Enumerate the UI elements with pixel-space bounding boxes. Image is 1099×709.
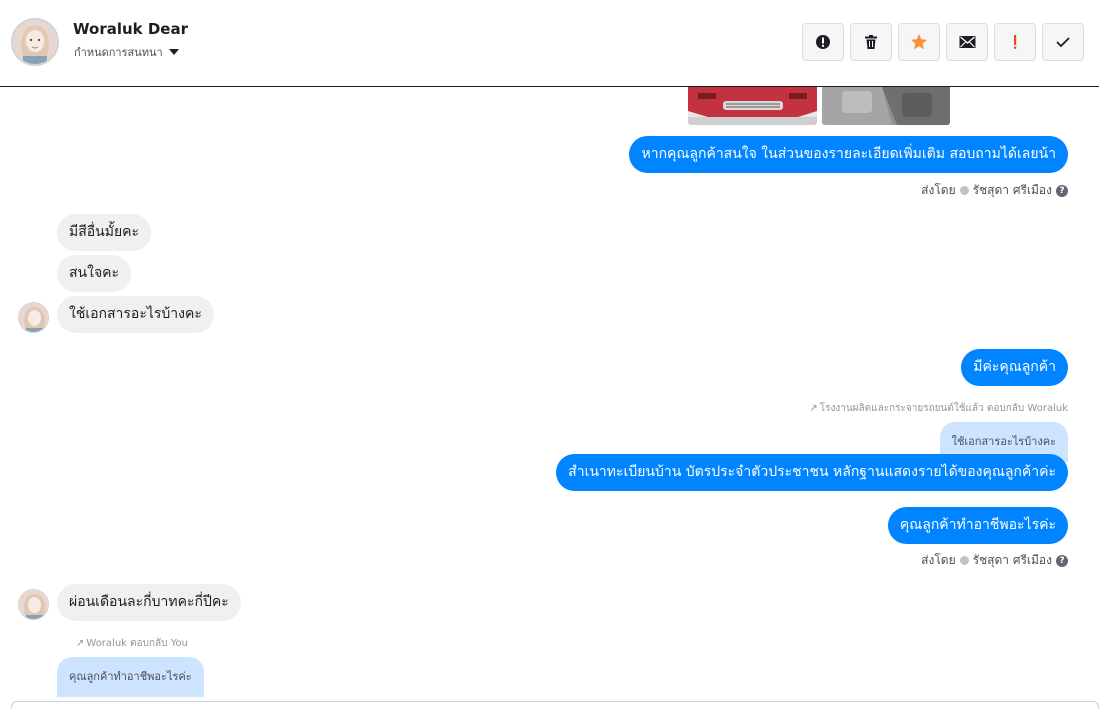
- message-thread[interactable]: หากคุณลูกค้าสนใจ ในส่วนของรายละเอียดเพิ่…: [0, 87, 1099, 701]
- contact-avatar-small[interactable]: [18, 589, 49, 620]
- incoming-message[interactable]: ใช้เอกสารอะไรบ้างคะ: [57, 296, 214, 333]
- assign-label: กำหนดการสนทนา: [74, 46, 163, 59]
- sent-by-label: ส่งโดย: [921, 553, 956, 567]
- sent-by-label: ส่งโดย: [921, 183, 956, 197]
- exclamation-icon: [1014, 35, 1017, 49]
- outgoing-message[interactable]: คุณลูกค้าทำอาชีพอะไรค่ะ: [887, 507, 1068, 544]
- agent-status-icon: [959, 556, 969, 565]
- contact-name[interactable]: Woraluk Dear: [73, 20, 188, 38]
- conversation-view: Woraluk Dear กำหนดการสนทนา หากคุณลูกค้าส…: [0, 0, 1099, 709]
- outgoing-message[interactable]: สำเนาทะเบียนบ้าน บัตรประจำตัวประชาชน หลั…: [556, 454, 1068, 491]
- assign-conversation-dropdown[interactable]: กำหนดการสนทนา: [74, 43, 179, 61]
- mark-done-button[interactable]: [1042, 23, 1084, 61]
- outgoing-message[interactable]: หากคุณลูกค้าสนใจ ในส่วนของรายละเอียดเพิ่…: [629, 136, 1068, 173]
- reply-arrow-icon: ↗: [76, 638, 85, 649]
- agent-name[interactable]: รัชสุดา ศรีเมือง: [973, 181, 1052, 200]
- envelope-icon: [959, 36, 975, 48]
- star-button[interactable]: [898, 23, 940, 61]
- important-button[interactable]: [994, 23, 1036, 61]
- mark-unread-button[interactable]: [946, 23, 988, 61]
- report-spam-button[interactable]: [802, 23, 844, 61]
- agent-name[interactable]: รัชสุดา ศรีเมือง: [973, 551, 1052, 570]
- quoted-message[interactable]: คุณลูกค้าทำอาชีพอะไรค่ะ: [57, 657, 204, 697]
- message-composer[interactable]: [11, 701, 1099, 709]
- caret-down-icon: [168, 49, 179, 55]
- car-photo-front[interactable]: [688, 87, 817, 125]
- incoming-message[interactable]: มีสีอื่นมั้ยคะ: [57, 214, 152, 251]
- check-icon: [1056, 37, 1070, 48]
- conversation-header: Woraluk Dear กำหนดการสนทนา: [0, 0, 1099, 87]
- sent-by-info: ส่งโดย รัชสุดา ศรีเมือง ?: [921, 181, 1068, 200]
- car-photo-interior[interactable]: [822, 87, 950, 125]
- reply-arrow-icon: ↗: [809, 403, 818, 414]
- contact-avatar-small[interactable]: [18, 302, 49, 333]
- star-icon: [911, 34, 927, 50]
- alert-circle-icon: [816, 35, 830, 49]
- delete-button[interactable]: [850, 23, 892, 61]
- contact-avatar[interactable]: [11, 18, 59, 66]
- incoming-message[interactable]: ผ่อนเดือนละกี่บาทคะกี่ปีคะ: [57, 584, 241, 621]
- incoming-message[interactable]: สนใจคะ: [57, 255, 132, 292]
- help-icon[interactable]: ?: [1056, 184, 1068, 197]
- sent-by-info: ส่งโดย รัชสุดา ศรีเมือง ?: [921, 551, 1068, 570]
- reply-info: ↗ โรงงานผลิตและกระจายรถยนต์ใช้แล้ว ตอบกล…: [809, 401, 1068, 416]
- reply-info-text: โรงงานผลิตและกระจายรถยนต์ใช้แล้ว ตอบกลับ…: [819, 403, 1068, 414]
- agent-status-icon: [959, 186, 969, 195]
- trash-icon: [865, 35, 877, 49]
- reply-info: ↗ Woraluk ตอบกลับ You: [76, 636, 188, 651]
- action-toolbar: [802, 23, 1084, 61]
- help-icon[interactable]: ?: [1056, 554, 1068, 567]
- reply-info-text: Woraluk ตอบกลับ You: [86, 638, 188, 649]
- outgoing-message[interactable]: มีค่ะคุณลูกค้า: [961, 349, 1068, 386]
